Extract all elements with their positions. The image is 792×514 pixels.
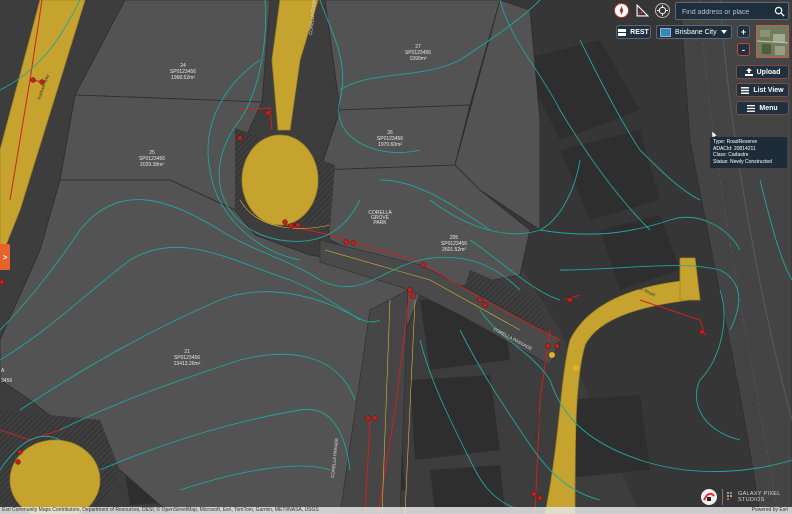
- galaxy-pixel-logo-icon: [701, 489, 717, 505]
- upload-button[interactable]: Upload: [736, 65, 789, 79]
- map-attribution: Esri Community Maps Contributors, Depart…: [0, 507, 792, 514]
- map-canvas[interactable]: 24 SP0123456 1968.52m² 27 SP0123456 1990…: [0, 0, 792, 514]
- logo-line-2: STUDIOS: [738, 497, 765, 503]
- list-view-button[interactable]: List View: [736, 83, 789, 97]
- server-icon: [618, 28, 627, 36]
- powered-by-esri[interactable]: Powered by Esri: [752, 507, 788, 514]
- satellite-thumbnail-icon: [757, 26, 788, 57]
- zoom-in-label: +: [740, 26, 747, 37]
- side-panel-toggle[interactable]: >: [0, 244, 10, 270]
- galaxy-pixel-logo: GALAXY PIXEL STUDIOS: [698, 487, 790, 507]
- zoom-out-button[interactable]: -: [737, 43, 750, 56]
- list-icon: [741, 86, 750, 94]
- upload-label: Upload: [756, 68, 781, 76]
- measure-button[interactable]: [635, 3, 650, 18]
- svg-text:1970.60m²: 1970.60m²: [378, 142, 402, 148]
- edge-label-num: 3456: [1, 378, 12, 384]
- pixel-dots-icon: [727, 492, 732, 500]
- logo-divider: [722, 489, 723, 505]
- menu-button[interactable]: Menu: [736, 101, 789, 115]
- rest-label: REST: [630, 28, 649, 36]
- svg-text:2601.52m²: 2601.52m²: [442, 247, 466, 253]
- compass-icon: [619, 6, 624, 15]
- compass-button[interactable]: [614, 3, 629, 18]
- search-box: [675, 2, 789, 20]
- chevron-down-icon: [721, 30, 727, 34]
- tooltip-status: Status: Newly Constructed: [713, 158, 772, 165]
- svg-text:13413.26m²: 13413.26m²: [174, 361, 201, 367]
- svg-text:1990m²: 1990m²: [410, 56, 427, 62]
- search-icon[interactable]: [774, 6, 785, 17]
- svg-text:2029.38m²: 2029.38m²: [140, 162, 164, 168]
- region-select[interactable]: Brisbane City: [656, 25, 732, 39]
- search-input[interactable]: [680, 4, 774, 20]
- zoom-in-button[interactable]: +: [737, 25, 750, 38]
- attribution-text[interactable]: Esri Community Maps Contributors, Depart…: [2, 507, 319, 514]
- feature-tooltip: Type: RoadReserve ADACId: 20814211 Class…: [710, 137, 787, 168]
- basemap-toggle[interactable]: [756, 25, 789, 58]
- svg-text:PARK: PARK: [373, 220, 387, 226]
- svg-text:1968.52m²: 1968.52m²: [171, 75, 195, 81]
- region-flag-icon: [660, 28, 671, 37]
- region-value: Brisbane City: [675, 28, 717, 36]
- zoom-out-label: -: [742, 44, 745, 55]
- upload-icon: [744, 68, 753, 76]
- hamburger-icon: [747, 104, 756, 112]
- rest-button[interactable]: REST: [616, 25, 651, 39]
- menu-label: Menu: [759, 104, 778, 112]
- crosshair-icon: [657, 5, 668, 16]
- list-view-label: List View: [753, 86, 784, 94]
- locate-button[interactable]: [655, 3, 670, 18]
- ruler-icon: [636, 4, 649, 17]
